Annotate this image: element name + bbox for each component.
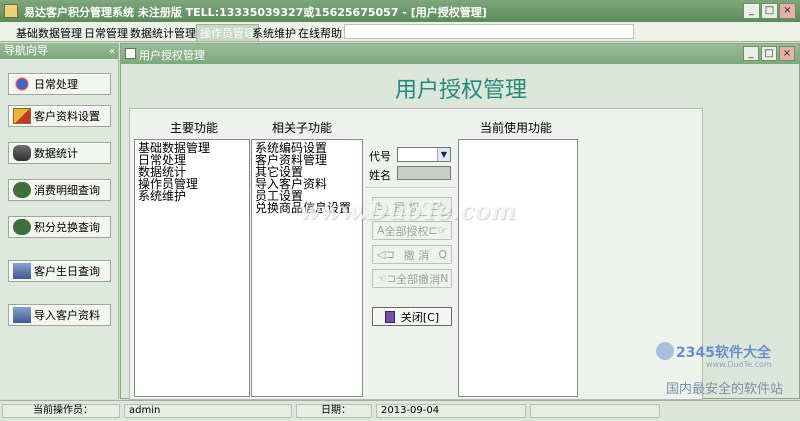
collapse-icon[interactable]: «	[109, 44, 115, 60]
user-icon	[13, 263, 31, 279]
nav-import-button[interactable]: 导入客户资料	[8, 304, 111, 326]
list-item[interactable]: 兑换商品信息设置	[255, 202, 359, 214]
hand-right-icon: ⊏☞	[428, 224, 448, 237]
nav-label: 导入客户资料	[34, 309, 100, 322]
nav-daily-button[interactable]: 日常处理	[8, 73, 111, 95]
child-minimize-button[interactable]: _	[743, 46, 759, 61]
page-title: 用户授权管理	[394, 78, 527, 103]
menu-statistics[interactable]: 数据统计管理	[130, 25, 196, 41]
nav-label: 积分兑换查询	[34, 221, 100, 234]
cancel-all-button[interactable]: ☜⊐ 全部撤消 N	[372, 269, 452, 288]
button-label: 关闭[C]	[400, 310, 440, 324]
menu-system[interactable]: 系统维护	[252, 25, 296, 41]
nav-header: 导航向导 «	[0, 43, 118, 59]
code-label: 代号	[369, 150, 391, 163]
button-label: 全部撤消	[396, 272, 441, 286]
button-label: 授 权	[393, 200, 420, 214]
main-functions-list[interactable]: 基础数据管理 日常处理 数据统计 操作员管理 系统维护	[134, 139, 250, 397]
menu-help[interactable]: 在线帮助	[298, 25, 342, 41]
app-titlebar: 易达客户积分管理系统 未注册版 TELL:13335039327或1562567…	[0, 0, 800, 22]
grant-all-button[interactable]: A 全部授权 ⊏☞	[372, 221, 452, 240]
close-button[interactable]: ×	[779, 3, 796, 19]
user-icon	[13, 307, 31, 323]
nav-label: 消费明细查询	[34, 184, 100, 197]
status-cell	[530, 404, 660, 418]
operator-controls: 代号 ▼ 姓名 S 授 权 ⊏▷ A 全部授权 ⊏☞ ◁⊐ 撤 消 Q ☜⊐ 全…	[366, 139, 456, 397]
menu-bar: 基础数据管理 日常管理 数据统计管理 操作员管理 系统维护 在线帮助	[0, 22, 800, 42]
menu-daily[interactable]: 日常管理	[84, 25, 128, 41]
user-auth-window: 用户授权管理 _ □ × 用户授权管理 主要功能 相关子功能 当前使用功能 基础…	[120, 43, 800, 400]
name-label: 姓名	[369, 169, 391, 182]
menu-basic-data[interactable]: 基础数据管理	[16, 25, 82, 41]
hotkey-label: S	[377, 200, 384, 213]
window-icon	[125, 48, 136, 59]
cancel-button[interactable]: ◁⊐ 撤 消 Q	[372, 245, 452, 264]
nav-label: 日常处理	[34, 78, 78, 91]
date-label: 日期：	[296, 404, 372, 418]
money-icon	[13, 182, 31, 198]
grant-button[interactable]: S 授 权 ⊏▷	[372, 197, 452, 216]
sub-functions-list[interactable]: 系统编码设置 客户资料管理 其它设置 导入客户资料 员工设置 兑换商品信息设置	[251, 139, 363, 397]
minimize-button[interactable]: _	[743, 3, 760, 19]
nav-label: 客户资料设置	[34, 110, 100, 123]
arrow-left-icon: ◁⊐	[377, 248, 395, 261]
list-item[interactable]: 系统维护	[138, 190, 246, 202]
nav-label: 数据统计	[34, 147, 78, 160]
auth-panel: 主要功能 相关子功能 当前使用功能 基础数据管理 日常处理 数据统计 操作员管理…	[129, 108, 703, 400]
nav-panel: 导航向导 « 日常处理 客户资料设置 数据统计 消费明细查询 积分兑换查询 客户…	[0, 43, 119, 399]
app-icon	[4, 4, 18, 18]
menu-operators[interactable]: 操作员管理	[196, 24, 259, 42]
maximize-button[interactable]: □	[761, 3, 778, 19]
close-window-button[interactable]: 关闭[C]	[372, 307, 452, 326]
status-bar: 当前操作员： admin 日期： 2013-09-04	[0, 400, 800, 421]
nav-consume-button[interactable]: 消费明细查询	[8, 179, 111, 201]
hotkey-label: A	[377, 224, 385, 237]
nav-birthday-button[interactable]: 客户生日查询	[8, 260, 111, 282]
app-title: 易达客户积分管理系统 未注册版 TELL:13335039327或1562567…	[24, 6, 487, 19]
main-functions-header: 主要功能	[170, 121, 219, 135]
hotkey-label: N	[440, 272, 449, 285]
menu-blank-area	[344, 24, 634, 39]
hand-left-icon: ☜⊐	[377, 272, 397, 285]
child-title: 用户授权管理	[139, 49, 205, 62]
current-functions-list[interactable]	[458, 139, 578, 397]
date-value: 2013-09-04	[376, 404, 526, 418]
child-maximize-button[interactable]: □	[761, 46, 777, 61]
stats-icon	[13, 145, 31, 161]
money-icon	[13, 219, 31, 235]
button-label: 全部授权	[384, 224, 429, 238]
nav-customer-button[interactable]: 客户资料设置	[8, 105, 111, 127]
operator-label: 当前操作员：	[2, 404, 120, 418]
nav-label: 客户生日查询	[34, 265, 100, 278]
operator-value: admin	[124, 404, 292, 418]
sub-functions-header: 相关子功能	[272, 121, 333, 135]
nav-stats-button[interactable]: 数据统计	[8, 142, 111, 164]
nav-points-button[interactable]: 积分兑换查询	[8, 216, 111, 238]
nav-title: 导航向导	[4, 44, 48, 57]
child-close-button[interactable]: ×	[779, 46, 795, 61]
button-label: 撤 消	[403, 248, 430, 262]
current-functions-header: 当前使用功能	[480, 121, 553, 135]
door-icon	[384, 310, 395, 323]
child-titlebar: 用户授权管理 _ □ ×	[121, 44, 799, 64]
chevron-down-icon[interactable]: ▼	[437, 148, 450, 161]
name-field	[397, 166, 451, 180]
customer-icon	[13, 108, 31, 124]
code-select[interactable]: ▼	[397, 147, 451, 162]
daily-icon	[13, 76, 31, 92]
hotkey-label: Q	[438, 248, 447, 261]
arrow-right-icon: ⊏▷	[429, 200, 447, 213]
divider	[366, 187, 456, 189]
